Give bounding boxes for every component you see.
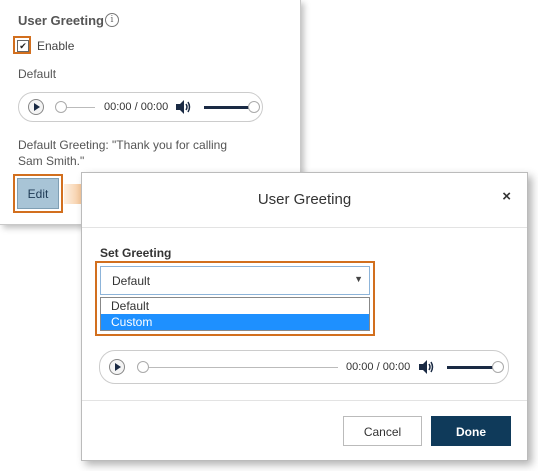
checkmark-icon: ✔ xyxy=(19,41,27,51)
seek-knob[interactable] xyxy=(137,361,149,373)
select-value: Default xyxy=(112,274,151,288)
volume-bar[interactable] xyxy=(204,106,250,109)
user-greeting-modal: User Greeting × Set Greeting Default ▼ D… xyxy=(81,172,528,461)
enable-label: Enable xyxy=(37,39,75,53)
play-icon[interactable] xyxy=(109,359,125,375)
player-time: 00:00 / 00:00 xyxy=(104,101,169,113)
seek-track[interactable] xyxy=(140,367,338,368)
info-icon[interactable]: i xyxy=(105,13,119,27)
edit-button[interactable]: Edit xyxy=(17,178,59,209)
default-greeting-text: Default Greeting: "Thank you for calling… xyxy=(18,138,228,168)
enable-highlight: ✔ xyxy=(13,36,31,54)
option-custom[interactable]: Custom xyxy=(101,314,369,330)
modal-title: User Greeting xyxy=(257,191,352,208)
play-icon[interactable] xyxy=(28,99,44,115)
greeting-select[interactable]: Default ▼ xyxy=(100,266,370,295)
volume-knob[interactable] xyxy=(248,101,260,113)
footer-divider xyxy=(82,400,527,401)
greeting-dropdown: Default Custom xyxy=(100,297,370,331)
option-default[interactable]: Default xyxy=(101,298,369,314)
edit-highlight: Edit xyxy=(13,174,63,213)
panel-title: User Greeting xyxy=(18,13,104,28)
volume-bar[interactable] xyxy=(447,366,495,369)
audio-player: 00:00 / 00:00 xyxy=(18,92,263,122)
seek-knob[interactable] xyxy=(55,101,67,113)
volume-icon[interactable] xyxy=(176,100,192,114)
enable-checkbox[interactable]: ✔ xyxy=(17,40,29,52)
volume-knob[interactable] xyxy=(492,361,504,373)
select-highlight: Default ▼ Default Custom xyxy=(95,261,375,336)
set-greeting-label: Set Greeting xyxy=(100,246,172,260)
caret-down-icon: ▼ xyxy=(354,274,363,284)
cancel-button[interactable]: Cancel xyxy=(343,416,422,446)
header-divider xyxy=(82,227,527,228)
close-icon[interactable]: × xyxy=(502,188,511,205)
player-time: 00:00 / 00:00 xyxy=(346,361,411,373)
greeting-mode-value: Default xyxy=(18,67,57,81)
volume-icon[interactable] xyxy=(419,360,435,374)
modal-audio-player: 00:00 / 00:00 xyxy=(99,350,509,384)
done-button[interactable]: Done xyxy=(431,416,511,446)
